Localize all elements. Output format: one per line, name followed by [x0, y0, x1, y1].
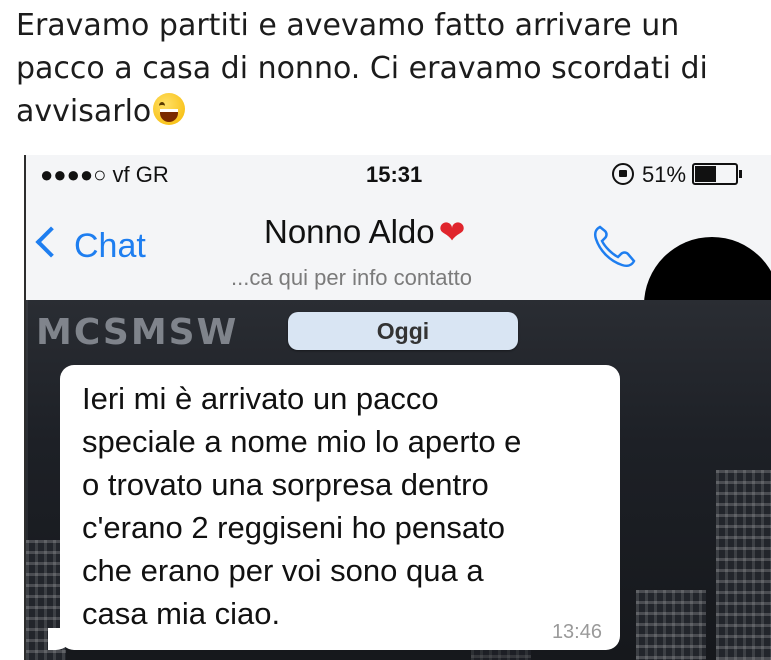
contact-name[interactable]: Nonno Aldo ❤: [264, 213, 465, 251]
post-caption: Eravamo partiti e avevamo fatto arrivare…: [16, 4, 756, 133]
laughing-emoji-icon: [153, 93, 186, 125]
background-building: [636, 590, 706, 660]
chevron-left-icon: [35, 226, 67, 258]
chat-area: MCSMSW Oggi Ieri mi è arrivato un pacco …: [26, 300, 771, 660]
battery-fill: [695, 166, 717, 182]
status-time: 15:31: [366, 162, 423, 187]
contact-name-text: Nonno Aldo: [264, 213, 435, 250]
lock-rotation-icon: [612, 163, 634, 185]
status-bar: ●●●●○ vf GR 15:31 51%: [26, 155, 771, 195]
battery-status: 51%: [612, 162, 743, 188]
phone-icon[interactable]: [588, 219, 640, 271]
chat-header: Chat Nonno Aldo ❤ ...ca qui per info cont…: [26, 195, 771, 373]
date-divider: Oggi: [288, 312, 518, 350]
back-button[interactable]: Chat: [35, 226, 146, 266]
background-building: [716, 470, 771, 660]
heart-icon: ❤: [438, 214, 466, 250]
battery-percent: 51%: [642, 162, 687, 187]
whatsapp-screenshot: ●●●●○ vf GR 15:31 51% Chat Nonno Aldo ❤ .…: [24, 155, 771, 660]
carrier-signal: ●●●●○ vf GR: [40, 162, 169, 187]
watermark: MCSMSW: [36, 312, 239, 353]
message-time: 13:46: [551, 621, 602, 643]
battery-icon: [692, 163, 743, 185]
contact-subtitle[interactable]: ...ca qui per info contatto: [231, 265, 472, 291]
incoming-message[interactable]: Ieri mi è arrivato un pacco speciale a n…: [48, 365, 620, 650]
message-text: Ieri mi è arrivato un pacco speciale a n…: [82, 381, 522, 631]
back-label: Chat: [74, 227, 146, 265]
caption-text: Eravamo partiti e avevamo fatto arrivare…: [16, 8, 708, 129]
